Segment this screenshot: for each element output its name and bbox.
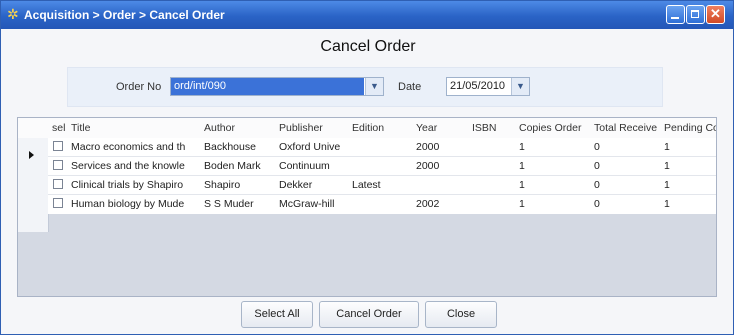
column-header-isbn[interactable]: ISBN [472,122,497,134]
cell-title: Human biology by Mude [71,198,185,210]
title-bar[interactable]: ✲ Acquisition > Order > Cancel Order ✕ [1,1,733,29]
minimize-icon [671,17,679,19]
cancel-order-window: ✲ Acquisition > Order > Cancel Order ✕ C… [0,0,734,335]
cell-copies-order: 1 [519,198,525,210]
date-select[interactable]: 21/05/2010 ▼ [446,77,530,96]
order-no-label: Order No [116,81,162,93]
column-header-publisher[interactable]: Publisher [279,122,323,134]
cell-year: 2000 [416,160,440,172]
cell-author: S S Muder [204,198,254,210]
cell-copies-order: 1 [519,179,525,191]
cell-pending: 1 [664,141,670,153]
cell-year: 2002 [416,198,440,210]
app-icon: ✲ [7,6,19,22]
order-no-value: ord/int/090 [171,78,364,95]
column-header-total-receive[interactable]: Total Receive [594,122,657,134]
cell-pending: 1 [664,160,670,172]
close-button[interactable]: Close [425,301,497,328]
cell-pending: 1 [664,198,670,210]
maximize-button[interactable] [686,5,705,24]
current-row-pointer-icon [29,151,34,159]
cell-title: Macro economics and th [71,141,186,153]
cell-publisher: Oxford Unive [279,141,341,153]
minimize-button[interactable] [666,5,685,24]
chevron-down-icon[interactable]: ▼ [511,78,529,95]
window-title: Acquisition > Order > Cancel Order [24,8,225,22]
cell-author: Shapiro [204,179,241,191]
cell-pending: 1 [664,179,670,191]
page-title: Cancel Order [320,38,416,55]
cell-publisher: Dekker [279,179,313,191]
row-select-checkbox[interactable] [53,160,63,170]
select-all-button[interactable]: Select All [241,301,313,328]
cell-author: Backhouse [204,141,256,153]
grid-header: sel Title Author Publisher Edition Year … [18,118,716,139]
order-no-select[interactable]: ord/int/090 ▼ [170,77,384,96]
cell-publisher: McGraw-hill [279,198,335,210]
column-header-edition[interactable]: Edition [352,122,384,134]
column-header-copies-order[interactable]: Copies Order [519,122,581,134]
close-icon: ✕ [710,6,721,21]
cell-copies-order: 1 [519,141,525,153]
cell-total-receive: 0 [594,198,600,210]
column-header-author[interactable]: Author [204,122,235,134]
cell-total-receive: 0 [594,179,600,191]
row-select-checkbox[interactable] [53,198,63,208]
cell-publisher: Continuum [279,160,330,172]
date-value: 21/05/2010 [450,80,506,92]
cell-year: 2000 [416,141,440,153]
table-row[interactable]: Services and the knowle Boden Mark Conti… [48,157,716,176]
cell-edition: Latest [352,179,381,191]
order-items-grid: sel Title Author Publisher Edition Year … [17,117,717,297]
cell-total-receive: 0 [594,141,600,153]
chevron-down-icon[interactable]: ▼ [365,78,383,95]
cell-title: Services and the knowle [71,160,185,172]
column-header-year[interactable]: Year [416,122,437,134]
column-header-pending[interactable]: Pending Co [664,122,716,134]
cell-copies-order: 1 [519,160,525,172]
close-window-button[interactable]: ✕ [706,5,725,24]
cell-title: Clinical trials by Shapiro [71,179,184,191]
table-row[interactable]: Clinical trials by Shapiro Shapiro Dekke… [48,176,716,195]
table-row[interactable]: Macro economics and th Backhouse Oxford … [48,138,716,157]
cancel-order-button[interactable]: Cancel Order [319,301,419,328]
column-header-title[interactable]: Title [71,122,90,134]
maximize-icon [691,10,699,18]
date-label: Date [398,81,422,93]
table-row[interactable]: Human biology by Mude S S Muder McGraw-h… [48,195,716,214]
cell-total-receive: 0 [594,160,600,172]
column-header-sel[interactable]: sel [52,122,65,134]
row-select-checkbox[interactable] [53,179,63,189]
cell-author: Boden Mark [204,160,261,172]
row-select-checkbox[interactable] [53,141,63,151]
